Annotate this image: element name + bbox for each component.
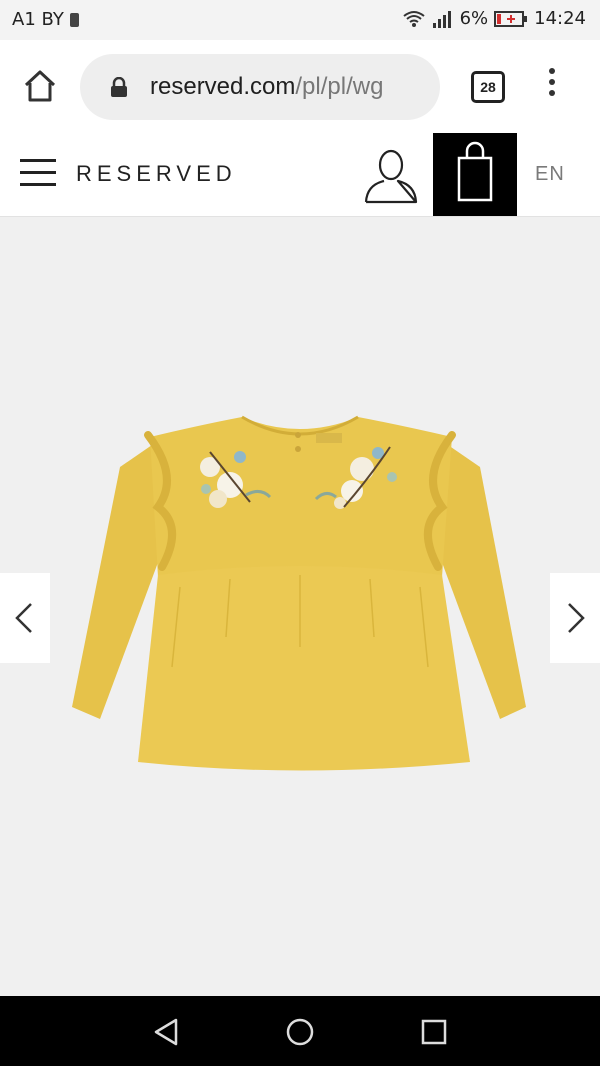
tab-switcher-button[interactable]: 28	[471, 71, 505, 103]
shopping-bag-button[interactable]	[433, 133, 517, 216]
language-switch[interactable]: EN	[535, 163, 565, 186]
status-bar: A1 BY 6% 14:24	[0, 0, 600, 40]
previous-image-button[interactable]	[0, 573, 50, 663]
browser-toolbar: reserved.com/pl/pl/wg 28	[0, 40, 600, 134]
carrier-label: A1 BY	[12, 9, 64, 30]
product-gallery[interactable]	[0, 217, 600, 996]
chevron-left-icon	[15, 603, 32, 633]
more-vert-icon[interactable]	[544, 68, 560, 104]
battery-icon	[494, 10, 528, 27]
android-back-icon[interactable]	[150, 1016, 182, 1048]
product-image[interactable]	[60, 407, 540, 787]
url-path: /pl/pl/wg	[295, 73, 384, 100]
site-header: RESERVED EN	[0, 133, 600, 217]
url-domain: reserved.com	[150, 73, 296, 100]
wifi-icon	[402, 10, 425, 27]
user-icon[interactable]	[362, 147, 420, 205]
status-right: 6% 14:24	[402, 8, 586, 29]
clock: 14:24	[534, 8, 586, 29]
status-left: A1 BY	[12, 9, 79, 30]
site-logo[interactable]: RESERVED	[76, 161, 237, 187]
signal-icon	[432, 10, 451, 28]
android-recents-icon[interactable]	[418, 1016, 450, 1048]
url-text: reserved.com/pl/pl/wg	[150, 73, 430, 101]
sim-icon	[69, 12, 79, 27]
android-home-icon[interactable]	[284, 1016, 316, 1048]
android-navigation-bar	[0, 996, 600, 1066]
address-bar[interactable]: reserved.com/pl/pl/wg	[80, 54, 440, 120]
shopping-bag-icon	[457, 141, 493, 202]
battery-percent: 6%	[459, 8, 489, 29]
next-image-button[interactable]	[550, 573, 600, 663]
chevron-right-icon	[568, 603, 585, 633]
home-icon[interactable]	[22, 68, 58, 104]
lock-icon	[111, 77, 127, 97]
hamburger-menu-icon[interactable]	[20, 159, 56, 189]
